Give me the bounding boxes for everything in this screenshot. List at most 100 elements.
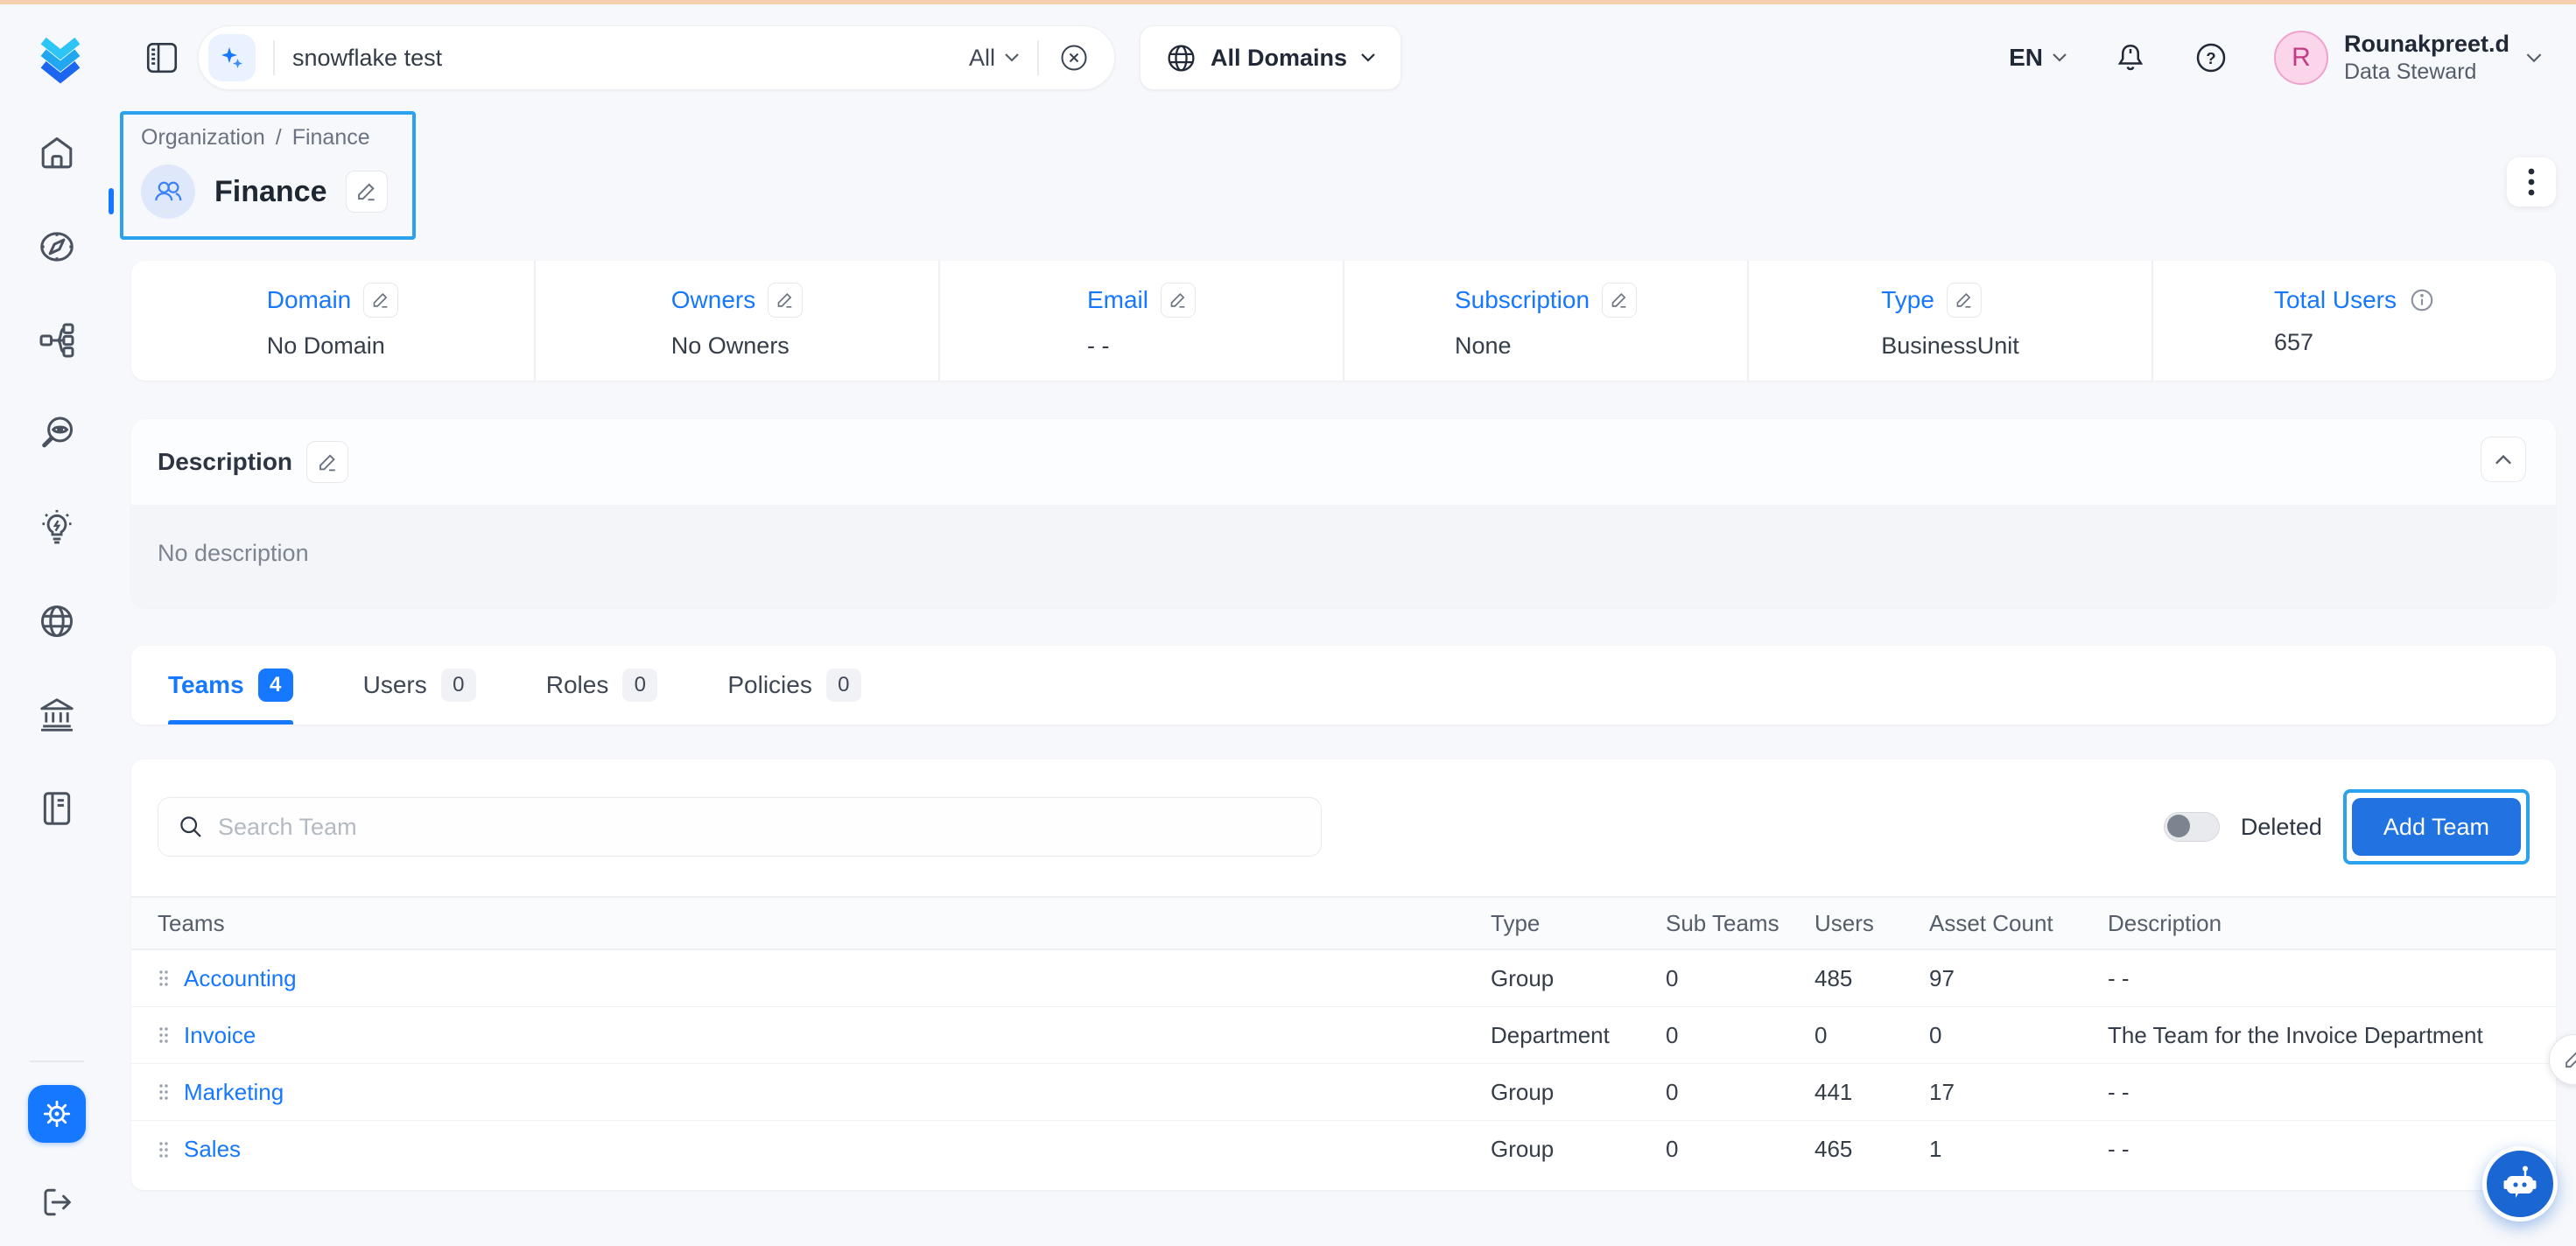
edit-pencil-icon (1955, 290, 1974, 310)
column-header-type: Type (1491, 910, 1666, 937)
edit-type-button[interactable] (1947, 283, 1982, 318)
team-search-input[interactable] (218, 814, 1302, 841)
cell-type: Group (1491, 1079, 1666, 1106)
drag-handle-icon[interactable] (158, 969, 170, 988)
logout-button[interactable] (36, 1181, 78, 1223)
drag-handle-icon[interactable] (158, 1026, 170, 1045)
summary-label-type[interactable]: Type (1881, 286, 1934, 314)
breadcrumb-current: Finance (292, 125, 370, 150)
teams-table: Teams Type Sub Teams Users Asset Count D… (131, 896, 2556, 1178)
user-name: Rounakpreet.d (2344, 30, 2509, 60)
team-summary-card: Domain No Domain Owners (131, 261, 2556, 381)
main-content: Organization / Finance Finance (114, 111, 2576, 1246)
cell-asset-count: 17 (1929, 1079, 2108, 1106)
drag-handle-icon[interactable] (158, 1140, 170, 1159)
sidebar-item-lineage[interactable] (36, 319, 78, 361)
app-logo-icon[interactable] (33, 31, 88, 85)
more-actions-button[interactable] (2507, 158, 2556, 206)
edit-pencil-icon (1169, 290, 1188, 310)
tab-policies-count: 0 (826, 668, 861, 702)
info-circle-icon[interactable] (2409, 287, 2435, 313)
summary-label-email[interactable]: Email (1087, 286, 1148, 314)
global-search-input[interactable] (292, 45, 969, 72)
domains-globe-icon (37, 601, 77, 641)
explore-compass-icon (37, 227, 77, 267)
sidebar-item-glossary[interactable] (36, 788, 78, 830)
deleted-toggle[interactable] (2164, 812, 2220, 842)
search-scope-label: All (969, 45, 995, 72)
sidebar-toggle-icon[interactable] (144, 39, 180, 76)
chevron-down-icon (2525, 52, 2543, 64)
cell-asset-count: 0 (1929, 1022, 2108, 1049)
description-empty-text: No description (158, 540, 309, 566)
edit-description-button[interactable] (306, 441, 348, 483)
toggle-knob (2167, 815, 2190, 837)
cell-asset-count: 1 (1929, 1136, 2108, 1163)
notification-bell-icon (2113, 40, 2148, 75)
team-link-invoice[interactable]: Invoice (184, 1022, 256, 1049)
team-link-accounting[interactable]: Accounting (184, 965, 297, 992)
clear-search-icon[interactable] (1056, 40, 1091, 75)
chevron-up-icon (2494, 453, 2513, 466)
cell-description: - - (2108, 1079, 2556, 1106)
robot-icon (2499, 1163, 2541, 1205)
summary-total-users: Total Users 657 (2151, 261, 2556, 381)
chevron-down-icon (2052, 52, 2067, 63)
collapse-description-button[interactable] (2481, 437, 2526, 482)
breadcrumb-organization[interactable]: Organization (141, 125, 265, 150)
notifications-button[interactable] (2113, 40, 2148, 75)
cell-users: 485 (1814, 965, 1929, 992)
chevron-down-icon (1004, 52, 1020, 63)
team-search-field[interactable] (158, 797, 1322, 857)
cell-sub-teams: 0 (1666, 965, 1814, 992)
divider (273, 40, 275, 75)
search-scope-dropdown[interactable]: All (969, 45, 1020, 72)
tab-teams-label: Teams (168, 671, 244, 699)
chatbot-button[interactable] (2482, 1146, 2558, 1222)
tab-roles-count: 0 (622, 668, 657, 702)
drag-handle-icon[interactable] (158, 1082, 170, 1102)
kebab-menu-icon (2527, 167, 2536, 197)
tab-roles[interactable]: Roles 0 (546, 646, 658, 724)
sidebar-item-home[interactable] (36, 132, 78, 174)
globe-icon (1165, 42, 1197, 74)
edit-subscription-button[interactable] (1602, 283, 1637, 318)
tab-teams[interactable]: Teams 4 (168, 646, 293, 724)
summary-label-subscription[interactable]: Subscription (1455, 286, 1590, 314)
language-label: EN (2009, 44, 2043, 72)
language-selector[interactable]: EN (2009, 44, 2067, 72)
cell-users: 465 (1814, 1136, 1929, 1163)
sidebar-item-insights[interactable] (36, 507, 78, 549)
home-icon (37, 133, 77, 173)
team-link-sales[interactable]: Sales (184, 1136, 241, 1163)
edit-domain-button[interactable] (363, 283, 398, 318)
user-menu[interactable]: R Rounakpreet.d Data Steward (2274, 30, 2543, 87)
help-button[interactable]: ? (2193, 40, 2229, 75)
user-role: Data Steward (2344, 59, 2509, 86)
global-search-bar[interactable]: All (198, 25, 1115, 90)
add-team-button[interactable]: Add Team (2352, 798, 2521, 856)
description-label: Description (158, 448, 292, 476)
gear-icon (39, 1096, 74, 1131)
column-header-asset-count: Asset Count (1929, 910, 2108, 937)
summary-label-domain[interactable]: Domain (267, 286, 351, 314)
deleted-toggle-label: Deleted (2241, 814, 2322, 841)
ai-sparkle-icon[interactable] (208, 34, 256, 81)
settings-button[interactable] (28, 1085, 86, 1143)
edit-email-button[interactable] (1161, 283, 1196, 318)
tab-users-count: 0 (441, 668, 476, 702)
sidebar-item-explore[interactable] (36, 226, 78, 268)
governance-bank-icon (37, 695, 77, 735)
summary-label-owners[interactable]: Owners (671, 286, 755, 314)
tab-policies[interactable]: Policies 0 (727, 646, 860, 724)
sidebar-item-observability[interactable] (36, 413, 78, 455)
team-link-marketing[interactable]: Marketing (184, 1079, 284, 1106)
tab-users[interactable]: Users 0 (363, 646, 476, 724)
topbar: All All Domains EN (0, 4, 2576, 111)
cell-sub-teams: 0 (1666, 1079, 1814, 1106)
edit-owners-button[interactable] (768, 283, 803, 318)
edit-team-name-button[interactable] (346, 171, 388, 213)
sidebar-item-governance[interactable] (36, 694, 78, 736)
sidebar-item-domains[interactable] (36, 600, 78, 642)
domains-filter-dropdown[interactable]: All Domains (1140, 25, 1401, 90)
